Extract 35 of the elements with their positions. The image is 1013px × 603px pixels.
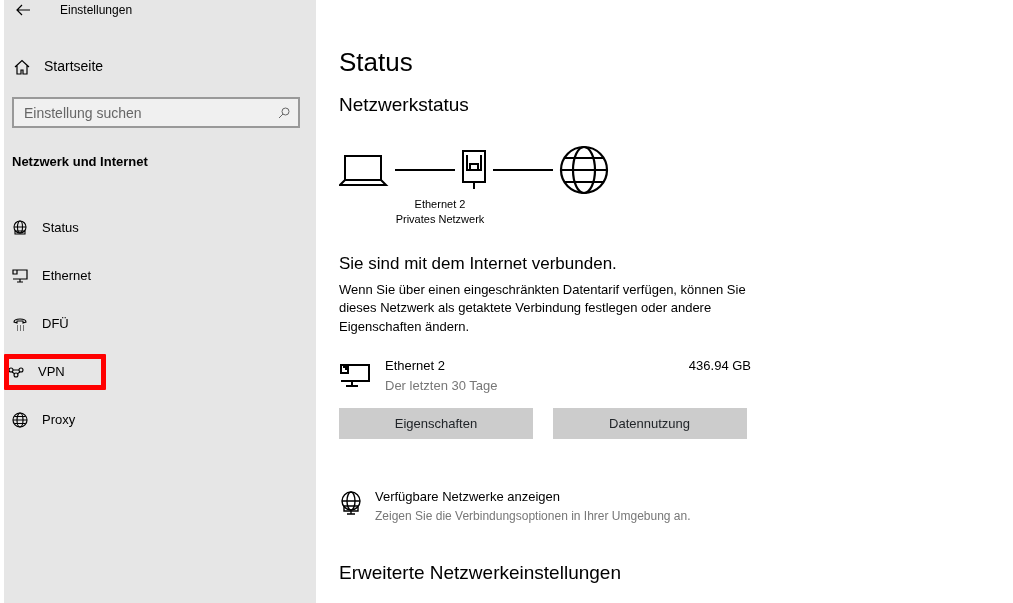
usage-period: Der letzten 30 Tage: [385, 376, 499, 395]
back-arrow-icon[interactable]: [16, 4, 30, 16]
window-title: Einstellungen: [60, 2, 133, 19]
globe-monitor-icon: [339, 491, 363, 516]
available-networks-link[interactable]: Verfügbare Netzwerke anzeigen: [375, 487, 691, 507]
network-label: Privates Netzwerk: [394, 212, 486, 228]
telephone-icon: [12, 315, 28, 332]
section-heading: Netzwerk und Internet: [11, 153, 149, 171]
page-title: Status: [339, 48, 414, 77]
available-networks-hint: Zeigen Sie die Verbindungsoptionen in Ihrer Umgebung an.: [375, 507, 691, 525]
home-icon: [14, 58, 30, 75]
desktop-computer-icon: [339, 362, 371, 389]
action-button[interactable]: Datennutzung: [552, 408, 747, 440]
description-text: Wenn Sie über einen eingeschränkten Datentarif verfügen, können Sie dieses Netzwerk als getaktete Verbindung festlegen oder andere Eigenschaften ändern.: [339, 280, 747, 336]
action-button[interactable]: Eigenschaften: [339, 408, 533, 440]
network-port-icon: [461, 150, 487, 191]
data-usage-amount: 436.94 GB: [688, 357, 751, 376]
section-heading: Erweiterte Netzwerkeinstellungen: [339, 560, 622, 585]
desktop-computer-icon: [12, 267, 28, 284]
nav-item[interactable]: Ethernet: [4, 251, 316, 300]
home-link[interactable]: Startseite: [44, 56, 104, 77]
adapter-name: Ethernet 2: [385, 357, 446, 376]
nav-item[interactable]: VPN: [4, 353, 106, 390]
globe-icon: [559, 145, 609, 196]
nav-item[interactable]: DFÜ: [4, 299, 316, 348]
search-field[interactable]: Einstellung suchen: [12, 97, 300, 128]
adapter-label: Ethernet 2: [413, 197, 467, 213]
connection-status: Sie sind mit dem Internet verbunden.: [339, 253, 618, 276]
nav-item[interactable]: Proxy: [4, 395, 316, 444]
globe-icon: [12, 411, 28, 428]
laptop-icon: [339, 154, 389, 187]
search-icon: [278, 107, 290, 119]
globe-monitor-icon: [12, 219, 28, 236]
section-heading: Netzwerkstatus: [339, 92, 470, 117]
nav-item[interactable]: Status: [4, 203, 316, 252]
